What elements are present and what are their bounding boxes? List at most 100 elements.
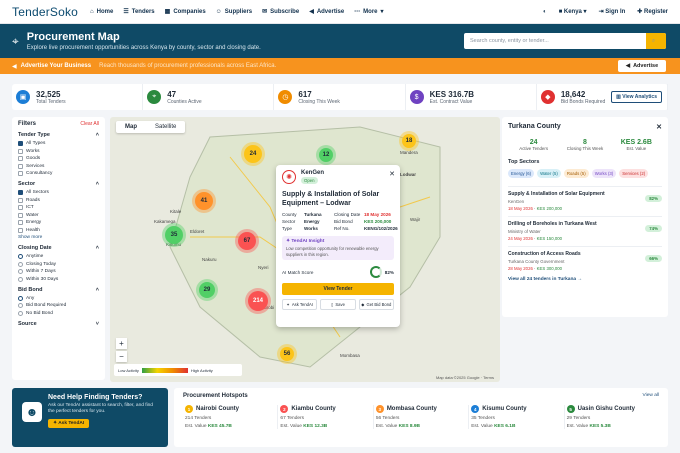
checkbox[interactable] bbox=[18, 227, 23, 233]
cluster-marker[interactable]: 18 bbox=[402, 134, 416, 148]
cluster-marker[interactable]: 214 bbox=[248, 291, 268, 311]
zoom-in-button[interactable]: + bbox=[116, 338, 127, 349]
ask-tendai-button[interactable]: ✦ Ask TendAI bbox=[282, 299, 318, 311]
cluster-marker[interactable]: 29 bbox=[199, 282, 215, 298]
cluster-marker[interactable]: 24 bbox=[244, 145, 262, 163]
radio[interactable] bbox=[18, 269, 23, 274]
close-icon[interactable]: ✕ bbox=[656, 123, 662, 131]
county-tender-item[interactable]: Construction of Access Roads Turkana Cou… bbox=[508, 246, 662, 271]
nav-suppliers[interactable]: ☺ Suppliers bbox=[216, 8, 252, 15]
hotspot-item[interactable]: 4 Kisumu County 35 Tenders Est. Value KES 6… bbox=[469, 405, 565, 429]
radio[interactable] bbox=[18, 261, 23, 267]
chevron-down-icon[interactable]: ˅ bbox=[96, 321, 99, 327]
nav-companies[interactable]: ▦ Companies bbox=[165, 8, 206, 16]
cluster-marker[interactable]: 12 bbox=[319, 148, 333, 162]
view-all-hotspots-link[interactable]: View all bbox=[643, 393, 659, 399]
checkbox[interactable] bbox=[18, 205, 23, 210]
filter-option[interactable]: Roads bbox=[18, 197, 99, 203]
radio[interactable] bbox=[18, 310, 23, 316]
checkbox[interactable] bbox=[18, 190, 23, 195]
cluster-marker[interactable]: 41 bbox=[195, 192, 213, 210]
search-input[interactable]: Search county, entity or tender... bbox=[464, 38, 646, 44]
tab-map[interactable]: Map bbox=[116, 121, 146, 133]
close-icon[interactable]: ✕ bbox=[389, 170, 395, 178]
search-button[interactable]: ⌕ bbox=[646, 33, 666, 49]
checkbox[interactable] bbox=[18, 141, 23, 146]
radio[interactable] bbox=[18, 303, 23, 308]
sector-chip[interactable]: Roads (5) bbox=[563, 169, 589, 178]
view-analytics-button[interactable]: ▥ View Analytics bbox=[611, 91, 662, 103]
filter-option[interactable]: Within 30 Days bbox=[18, 276, 99, 282]
shield-icon: ◆ bbox=[540, 90, 555, 104]
filter-option[interactable]: Any bbox=[18, 295, 99, 301]
view-all-county-link[interactable]: View all 24 tenders in Turkana → bbox=[508, 277, 662, 282]
rank-badge: 2 bbox=[280, 405, 289, 413]
county-tender-item[interactable]: Drilling of Boreholes in Turkana West Mi… bbox=[508, 216, 662, 241]
clear-all-link[interactable]: Clear All bbox=[80, 121, 99, 127]
chevron-up-icon[interactable]: ˄ bbox=[96, 245, 99, 251]
sector-chip[interactable]: Water (5) bbox=[537, 169, 561, 178]
filter-option[interactable]: ICT bbox=[18, 205, 99, 210]
filter-option[interactable]: Consultancy bbox=[18, 171, 99, 176]
show-more-link[interactable]: Show more bbox=[18, 235, 99, 240]
filter-option[interactable]: All Types bbox=[18, 141, 99, 146]
nav-more[interactable]: ⋯ More ▾ bbox=[354, 8, 383, 16]
briefcase-icon: ▣ bbox=[16, 90, 30, 104]
filter-option[interactable]: Health bbox=[18, 227, 99, 233]
procurement-map[interactable]: Map Satellite Marsabit Mandera Wajir Kit… bbox=[110, 117, 500, 382]
chevron-up-icon[interactable]: ˄ bbox=[96, 181, 99, 187]
rank-badge: 5 bbox=[566, 405, 575, 413]
sector-chip[interactable]: Works (3) bbox=[591, 169, 617, 178]
nav-home[interactable]: ⌂ Home bbox=[90, 8, 113, 15]
checkbox[interactable] bbox=[18, 171, 23, 176]
theme-toggle-icon[interactable]: ◐ bbox=[543, 9, 547, 15]
filter-option[interactable]: Anytime bbox=[18, 254, 99, 259]
chevron-up-icon[interactable]: ˄ bbox=[96, 287, 99, 293]
signin-link[interactable]: ⇥ Sign In bbox=[599, 8, 626, 15]
checkbox[interactable] bbox=[18, 197, 23, 203]
filter-option[interactable]: Bid Bond Required bbox=[18, 303, 99, 308]
chevron-up-icon[interactable]: ˄ bbox=[96, 132, 99, 138]
cluster-marker[interactable]: 35 bbox=[165, 226, 183, 244]
nav-tenders[interactable]: ☰ Tenders bbox=[123, 8, 154, 16]
zoom-out-button[interactable]: − bbox=[116, 351, 127, 362]
hotspot-item[interactable]: 3 Mombasa County 56 Tenders Est. Value KES … bbox=[374, 405, 470, 429]
filter-option[interactable]: Goods bbox=[18, 156, 99, 161]
filter-option[interactable]: Water bbox=[18, 212, 99, 218]
logo[interactable]: TenderSoko bbox=[12, 5, 78, 19]
filter-option[interactable]: Closing Today bbox=[18, 261, 99, 267]
county-tender-item[interactable]: Supply & Installation of Solar Equipment… bbox=[508, 186, 662, 211]
filter-option[interactable]: Energy bbox=[18, 220, 99, 225]
checkbox[interactable] bbox=[18, 212, 23, 218]
checkbox[interactable] bbox=[18, 220, 23, 225]
filter-option[interactable]: All Sectors bbox=[18, 190, 99, 195]
search-box[interactable]: Search county, entity or tender... ⌕ bbox=[464, 33, 666, 49]
hotspot-item[interactable]: 1 Nairobi County 214 Tenders Est. Value KES… bbox=[183, 405, 279, 429]
advertise-button[interactable]: ◀ Advertise bbox=[618, 60, 666, 72]
hotspot-item[interactable]: 5 Uasin Gishu County 29 Tenders Est. Value … bbox=[565, 405, 659, 429]
checkbox[interactable] bbox=[18, 163, 23, 169]
filter-option[interactable]: Works bbox=[18, 148, 99, 154]
filter-option[interactable]: Services bbox=[18, 163, 99, 169]
sector-chip[interactable]: Services (2) bbox=[619, 169, 649, 178]
filter-option[interactable]: No Bid Bond bbox=[18, 310, 99, 316]
hotspot-item[interactable]: 2 Kiambu County 67 Tenders Est. Value KES 1… bbox=[278, 405, 374, 429]
radio[interactable] bbox=[18, 276, 23, 282]
get-bid-bond-button[interactable]: ◆ Get Bid Bond bbox=[358, 299, 394, 311]
cluster-marker[interactable]: 56 bbox=[280, 347, 294, 361]
tab-satellite[interactable]: Satellite bbox=[146, 121, 185, 133]
radio[interactable] bbox=[18, 254, 23, 259]
nav-subscribe[interactable]: ✉ Subscribe bbox=[262, 8, 299, 16]
country-selector[interactable]: ■ Kenya ▾ bbox=[559, 8, 587, 15]
radio[interactable] bbox=[18, 295, 23, 301]
checkbox[interactable] bbox=[18, 156, 23, 161]
cluster-marker[interactable]: 67 bbox=[238, 232, 256, 250]
ask-tendai-button[interactable]: ✦ Ask TendAI bbox=[48, 419, 90, 429]
sector-chip[interactable]: Energy (6) bbox=[508, 169, 535, 178]
view-tender-button[interactable]: View Tender bbox=[282, 283, 394, 296]
nav-advertise[interactable]: ◀ Advertise bbox=[309, 8, 344, 16]
checkbox[interactable] bbox=[18, 148, 23, 154]
filter-option[interactable]: Within 7 Days bbox=[18, 269, 99, 274]
register-link[interactable]: ✚ Register bbox=[637, 8, 668, 15]
save-button[interactable]: ▯ Save bbox=[320, 299, 356, 311]
